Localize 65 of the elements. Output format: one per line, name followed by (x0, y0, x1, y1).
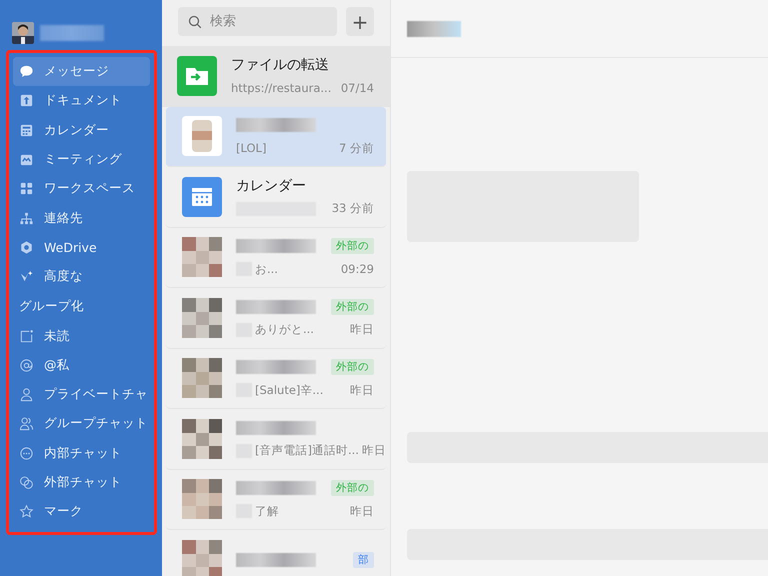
conversation-item[interactable]: カレンダー 33 分前 (166, 167, 386, 228)
person-icon (19, 387, 34, 402)
timestamp: 33 分前 (332, 201, 374, 216)
conversation-title: カレンダー (236, 176, 306, 195)
tag: 外部の (331, 238, 374, 254)
sidebar-item[interactable]: WeDrive (13, 232, 150, 262)
conversation-title: ファイルの転送 (231, 56, 329, 74)
redacted-name (407, 20, 461, 36)
message-preview: [音声電話]通話时... (255, 443, 359, 458)
sidebar-item[interactable]: 未読 (13, 321, 150, 351)
people-icon (19, 416, 34, 432)
message-preview: お... (255, 262, 279, 277)
sidebar-item[interactable]: メッセージ (13, 57, 150, 86)
redacted-name (40, 25, 104, 41)
conversation-item[interactable]: [音声電話]通話时... 昨日 (166, 409, 386, 470)
sidebar-item[interactable]: 内部チャット (13, 438, 150, 468)
doc-icon (19, 93, 34, 108)
section-heading: グループ化 (18, 297, 85, 316)
sidebar-item[interactable]: 高度な (13, 262, 150, 292)
folder-icon (177, 56, 217, 96)
timestamp: 昨日 (362, 443, 386, 458)
timestamp: 07/14 (340, 80, 374, 95)
at-icon (19, 358, 34, 373)
sidebar-item[interactable]: 外部チャット (13, 468, 150, 498)
message-preview: ありがと... (255, 322, 315, 338)
conversation-item[interactable]: 部 (166, 530, 386, 576)
sidebar-item[interactable]: カレンダー (13, 116, 150, 145)
add-button[interactable]: + (346, 7, 374, 36)
sidebar-item[interactable]: マーク (13, 497, 150, 526)
timestamp: 昨日 (350, 504, 374, 519)
grid-icon (19, 181, 34, 196)
timestamp: 7 分前 (339, 140, 374, 156)
sidebar-item[interactable]: ワークスペース (13, 174, 150, 204)
tag: 外部の (331, 480, 374, 496)
conversation-item[interactable]: [LOL] 7 分前 (166, 106, 386, 167)
sidebar-item[interactable]: グループチャット (13, 409, 150, 439)
conversation-item[interactable]: 外部の お... 09:29 (166, 228, 386, 288)
sidebar-item[interactable]: プライベートチャ (13, 380, 150, 410)
tag: 外部の (331, 298, 374, 315)
sidebar-item[interactable]: @私 (13, 350, 150, 380)
conversation-item[interactable]: 外部の [Salute]辛... 昨日 (166, 348, 386, 409)
tag: 外部の (331, 359, 374, 376)
timestamp: 09:29 (340, 262, 374, 276)
timestamp: 昨日 (350, 322, 374, 338)
org-icon (19, 210, 34, 226)
message-preview: [LOL] (236, 141, 268, 156)
chat-icon (19, 64, 34, 80)
conversation-item[interactable]: ファイルの転送 https://restaura... 07/14 (162, 46, 390, 106)
calendar-icon (182, 176, 222, 217)
timestamp: 昨日 (350, 382, 374, 398)
conversation-item[interactable]: 外部の 了解 昨日 (166, 470, 386, 530)
star-icon (19, 504, 34, 520)
tag: 部 (353, 552, 374, 568)
sidebar-item[interactable]: ドキュメント (13, 86, 150, 116)
message-preview: [Salute]辛... (255, 382, 324, 398)
bubble-icon (19, 446, 34, 461)
message-preview: https://restaura... (231, 80, 332, 95)
unread-icon (19, 328, 34, 344)
conversation-item[interactable]: 外部の ありがと... 昨日 (166, 288, 386, 348)
message-preview: 了解 (255, 504, 280, 519)
search-field[interactable]: 検索 (178, 7, 337, 36)
sidebar-item[interactable]: 連絡先 (13, 203, 150, 233)
search-icon (188, 15, 202, 29)
bubbles-icon (19, 475, 34, 490)
sidebar-item[interactable]: ミーティング (13, 144, 150, 174)
